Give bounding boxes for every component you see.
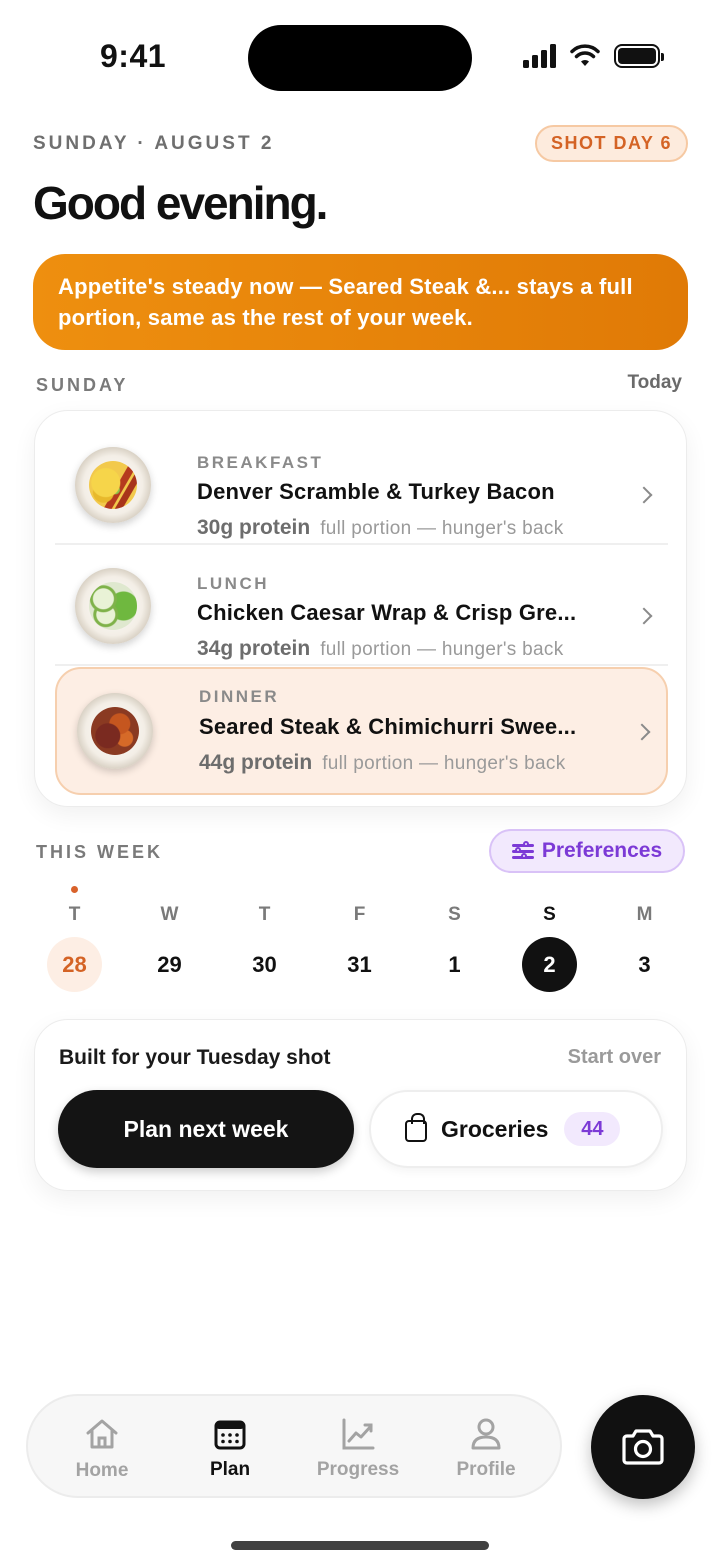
day-cell-3[interactable]: M 3 xyxy=(597,880,692,995)
status-icons xyxy=(523,44,664,68)
chevron-right-icon xyxy=(633,723,651,741)
tab-label: Progress xyxy=(316,1459,400,1480)
day-cell-1[interactable]: S 1 xyxy=(407,880,502,995)
meal-meta: 44g protein full portion — hunger's back xyxy=(199,751,566,775)
meal-image xyxy=(77,693,153,769)
shopping-bag-icon xyxy=(405,1113,427,1142)
weekday-label: S xyxy=(448,904,461,925)
tab-profile[interactable]: Profile xyxy=(426,1396,546,1500)
tab-label: Home xyxy=(75,1460,129,1481)
meal-meta: 34g protein full portion — hunger's back xyxy=(197,637,564,661)
date-number: 2 xyxy=(522,937,577,992)
meal-meta: 30g protein full portion — hunger's back xyxy=(197,516,564,540)
meal-portion-note: full portion — hunger's back xyxy=(320,639,564,660)
cellular-signal-icon xyxy=(523,44,556,68)
preferences-label: Preferences xyxy=(541,839,663,862)
dynamic-island xyxy=(248,25,472,91)
shot-day-badge: SHOT DAY 6 xyxy=(535,125,688,162)
meal-title: Denver Scramble & Turkey Bacon xyxy=(197,479,555,504)
home-indicator xyxy=(231,1541,489,1550)
weekday-label: S xyxy=(543,904,556,925)
sliders-icon xyxy=(511,841,534,860)
status-time: 9:41 xyxy=(100,38,167,74)
meal-protein: 34g protein xyxy=(197,637,311,660)
greeting-title: Good evening. xyxy=(33,177,328,229)
weekday-label: T xyxy=(258,904,271,925)
today-label: Today xyxy=(627,372,682,393)
person-icon xyxy=(471,1418,501,1450)
weekday-label: F xyxy=(353,904,366,925)
day-cell-30[interactable]: T 30 xyxy=(217,880,312,995)
meal-protein: 44g protein xyxy=(199,751,313,774)
day-section-label: SUNDAY xyxy=(36,375,129,395)
camera-icon xyxy=(622,1429,664,1465)
date-number: 1 xyxy=(448,951,461,977)
built-for-label: Built for your Tuesday shot xyxy=(59,1046,331,1069)
preferences-button[interactable]: Preferences xyxy=(489,829,685,873)
day-cell-29[interactable]: W 29 xyxy=(122,880,217,995)
meal-portion-note: full portion — hunger's back xyxy=(322,753,566,774)
camera-button[interactable] xyxy=(591,1395,695,1499)
date-number: 31 xyxy=(347,951,372,977)
date-number: 29 xyxy=(157,951,182,977)
weekday-label: W xyxy=(160,904,179,925)
appetite-banner: Appetite's steady now — Seared Steak &..… xyxy=(33,254,688,350)
day-cell-31[interactable]: F 31 xyxy=(312,880,407,995)
tab-label: Profile xyxy=(456,1459,516,1480)
home-icon xyxy=(86,1419,118,1449)
start-over-link[interactable]: Start over xyxy=(568,1046,661,1069)
groceries-label: Groceries xyxy=(441,1115,549,1142)
shot-day-dot xyxy=(71,886,78,893)
day-cell-2-selected[interactable]: S 2 xyxy=(502,880,597,995)
meal-image xyxy=(75,447,151,523)
weekday-label: M xyxy=(636,904,653,925)
meal-row-breakfast[interactable]: BREAKFAST Denver Scramble & Turkey Bacon… xyxy=(55,425,668,545)
battery-icon xyxy=(614,44,664,68)
chart-icon xyxy=(342,1418,375,1450)
tab-bar: Home Plan Progress Profile xyxy=(26,1394,562,1498)
meal-title: Seared Steak & Chimichurri Swee... xyxy=(199,714,577,739)
meal-row-dinner[interactable]: DINNER Seared Steak & Chimichurri Swee..… xyxy=(55,667,668,795)
meal-protein: 30g protein xyxy=(197,516,311,539)
tab-progress[interactable]: Progress xyxy=(298,1396,418,1500)
date-number: 28 xyxy=(47,937,102,992)
groceries-count-badge: 44 xyxy=(564,1112,621,1146)
date-number: 30 xyxy=(252,951,277,977)
tab-home[interactable]: Home xyxy=(42,1396,162,1500)
week-section-label: THIS WEEK xyxy=(36,842,164,862)
plan-next-week-button[interactable]: Plan next week xyxy=(58,1090,354,1168)
meal-row-lunch[interactable]: LUNCH Chicken Caesar Wrap & Crisp Gre...… xyxy=(55,546,668,666)
date-number: 3 xyxy=(638,951,651,977)
chevron-right-icon xyxy=(635,607,653,625)
tab-label: Plan xyxy=(209,1459,251,1480)
status-bar: 9:41 xyxy=(0,0,720,110)
weekday-label: T xyxy=(68,904,81,925)
meal-portion-note: full portion — hunger's back xyxy=(320,518,564,539)
meal-type: DINNER xyxy=(199,687,280,706)
day-cell-28[interactable]: T 28 xyxy=(27,880,122,995)
meal-type: BREAKFAST xyxy=(197,453,324,472)
plan-actions-card: Built for your Tuesday shot Start over P… xyxy=(34,1019,687,1191)
meal-title: Chicken Caesar Wrap & Crisp Gre... xyxy=(197,600,577,625)
meals-card: BREAKFAST Denver Scramble & Turkey Bacon… xyxy=(34,410,687,807)
calendar-icon xyxy=(214,1420,246,1450)
week-strip: T 28 W 29 T 30 F 31 S 1 S 2 M 3 xyxy=(27,880,693,995)
date-line: SUNDAY · AUGUST 2 xyxy=(33,133,275,154)
meal-image xyxy=(75,568,151,644)
wifi-icon xyxy=(570,44,600,66)
groceries-button[interactable]: Groceries 44 xyxy=(369,1090,663,1168)
tab-plan[interactable]: Plan xyxy=(170,1396,290,1500)
chevron-right-icon xyxy=(635,486,653,504)
meal-type: LUNCH xyxy=(197,574,269,593)
